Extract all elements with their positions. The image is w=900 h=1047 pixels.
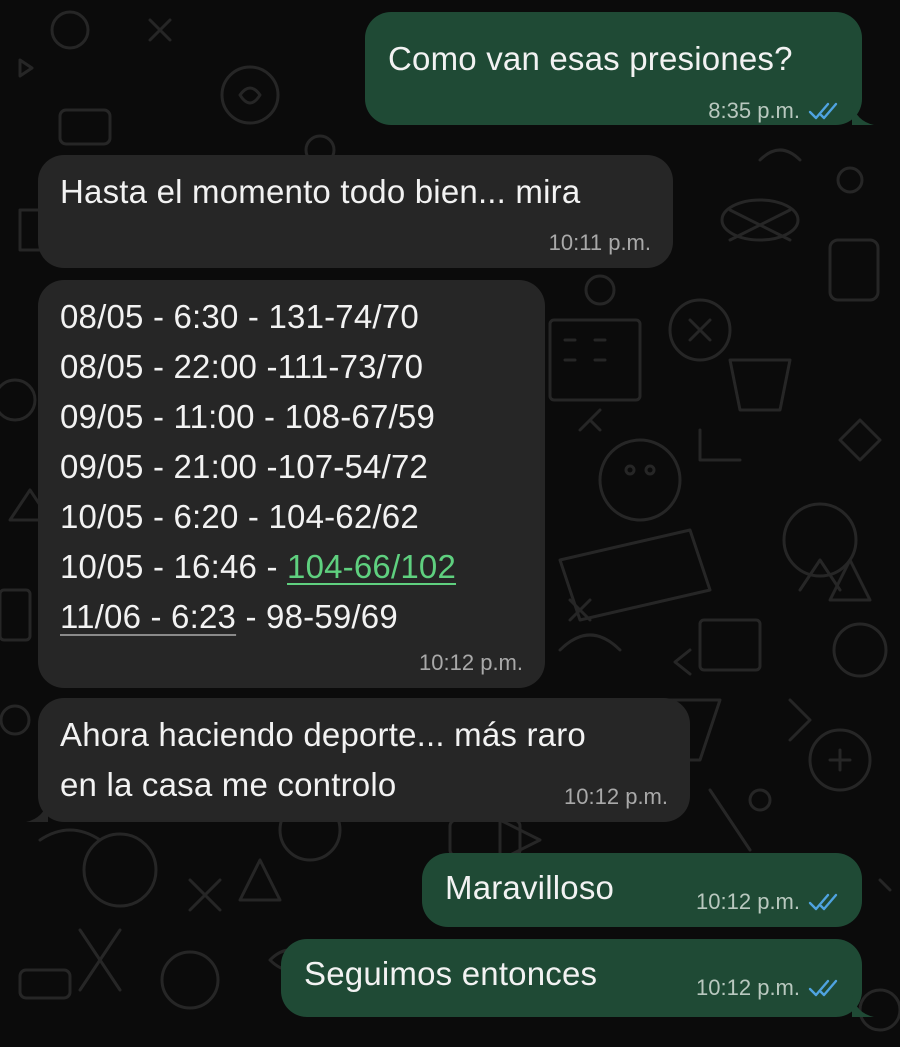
double-check-read-icon — [808, 102, 838, 120]
message-bubble-incoming[interactable]: Ahora haciendo deporte... más raro en la… — [26, 698, 690, 822]
message-time: 10:12 p.m. — [564, 784, 668, 809]
message-bubble-outgoing[interactable]: Maravilloso 10:12 p.m. — [422, 853, 862, 927]
reading-prefix: 10/05 - 16:46 - — [60, 548, 288, 585]
message-meta: 10:12 p.m. — [696, 975, 842, 1001]
message-time: 10:12 p.m. — [696, 889, 800, 914]
reading-line: 10/05 - 6:20 - 104-62/62 — [60, 498, 419, 535]
blood-pressure-readings: 08/05 - 6:30 - 131-74/70 08/05 - 22:00 -… — [60, 292, 456, 642]
message-bubble-incoming[interactable]: 08/05 - 6:30 - 131-74/70 08/05 - 22:00 -… — [38, 280, 545, 688]
message-text-block: Ahora haciendo deporte... más raro en la… — [60, 710, 586, 810]
bubble-tail — [26, 800, 48, 822]
message-meta: 10:12 p.m. — [696, 889, 842, 915]
reading-line: 10/05 - 16:46 - 104-66/102 — [60, 542, 456, 592]
reading-line: 11/06 - 6:23 - 98-59/69 — [60, 592, 456, 642]
double-check-read-icon — [808, 893, 838, 911]
message-time: 8:35 p.m. — [708, 98, 800, 123]
message-text-line: en la casa me controlo — [60, 766, 397, 803]
message-bubble-incoming[interactable]: Hasta el momento todo bien... mira 10:11… — [38, 155, 673, 268]
message-time: 10:11 p.m. — [548, 230, 651, 255]
bubble-tail — [852, 103, 874, 125]
bubble-tail — [852, 995, 874, 1017]
detected-date-link[interactable]: 11/06 - 6:23 — [60, 598, 236, 635]
double-check-read-icon — [808, 979, 838, 997]
message-time: 10:12 p.m. — [419, 650, 523, 675]
message-meta: 8:35 p.m. — [708, 98, 842, 124]
reading-line: 09/05 - 21:00 -107-54/72 — [60, 448, 429, 485]
reading-suffix: - 98-59/69 — [236, 598, 398, 635]
message-text: Hasta el momento todo bien... mira — [60, 173, 581, 210]
message-time: 10:12 p.m. — [696, 975, 800, 1000]
message-text: Seguimos entonces — [304, 955, 598, 992]
reading-line: 08/05 - 22:00 -111-73/70 — [60, 348, 424, 385]
message-text-line: Ahora haciendo deporte... más raro — [60, 716, 586, 753]
message-text: Como van esas presiones? — [388, 40, 793, 77]
message-bubble-outgoing[interactable]: Seguimos entonces 10:12 p.m. — [281, 939, 874, 1017]
detected-link[interactable]: 104-66/102 — [287, 548, 456, 585]
message-bubble-outgoing[interactable]: Como van esas presiones? 8:35 p.m. — [365, 12, 874, 125]
message-text: Maravilloso — [445, 869, 615, 906]
reading-line: 08/05 - 6:30 - 131-74/70 — [60, 298, 419, 335]
reading-line: 09/05 - 11:00 - 108-67/59 — [60, 398, 435, 435]
chat-thread[interactable]: Como van esas presiones? 8:35 p.m. Hasta… — [0, 0, 900, 1047]
